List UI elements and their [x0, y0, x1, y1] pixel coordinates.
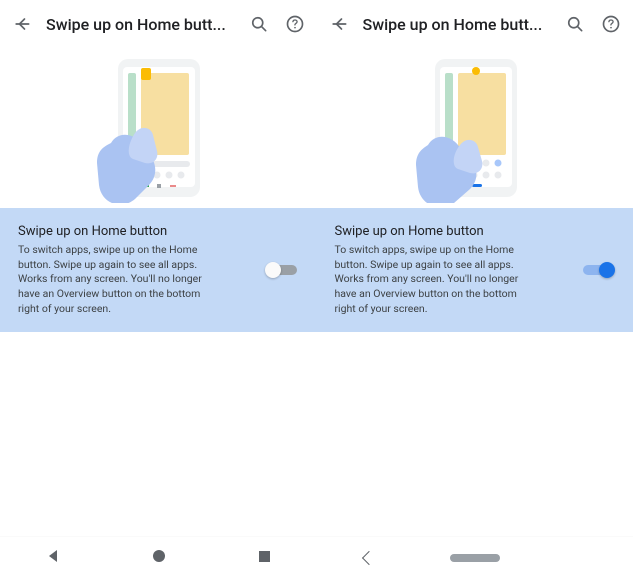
gesture-illustration: [0, 48, 317, 208]
system-nav-bar: [317, 536, 633, 578]
nav-home-icon[interactable]: [151, 548, 167, 568]
gesture-toggle-switch[interactable]: [265, 260, 299, 280]
nav-back-chevron-icon[interactable]: [317, 553, 421, 563]
nav-back-icon[interactable]: [46, 548, 60, 567]
setting-row: Swipe up on Home button To switch apps, …: [0, 208, 317, 332]
content-spacer: [0, 332, 317, 536]
system-nav-bar: [0, 536, 317, 578]
help-icon[interactable]: [599, 12, 623, 36]
setting-title: Swipe up on Home button: [335, 224, 572, 239]
setting-text: Swipe up on Home button To switch apps, …: [335, 224, 572, 316]
setting-title: Swipe up on Home button: [18, 224, 255, 239]
screenshot-left: Swipe up on Home butt...: [0, 0, 317, 578]
app-bar: Swipe up on Home butt...: [0, 0, 317, 48]
page-title: Swipe up on Home butt...: [363, 15, 552, 34]
nav-overview-icon[interactable]: [258, 548, 271, 567]
page-title: Swipe up on Home butt...: [46, 15, 235, 34]
content-spacer: [317, 332, 633, 536]
setting-description: To switch apps, swipe up on the Home but…: [335, 243, 535, 316]
gesture-toggle-switch[interactable]: [581, 260, 615, 280]
back-icon[interactable]: [10, 12, 34, 36]
help-icon[interactable]: [283, 12, 307, 36]
setting-text: Swipe up on Home button To switch apps, …: [18, 224, 255, 316]
search-icon[interactable]: [247, 12, 271, 36]
setting-row: Swipe up on Home button To switch apps, …: [317, 208, 633, 332]
screenshot-right: Swipe up on Home butt...: [317, 0, 633, 578]
gesture-illustration: [317, 48, 633, 208]
search-icon[interactable]: [563, 12, 587, 36]
setting-description: To switch apps, swipe up on the Home but…: [18, 243, 218, 316]
nav-home-pill[interactable]: [423, 554, 527, 562]
app-bar: Swipe up on Home butt...: [317, 0, 633, 48]
back-icon[interactable]: [327, 12, 351, 36]
